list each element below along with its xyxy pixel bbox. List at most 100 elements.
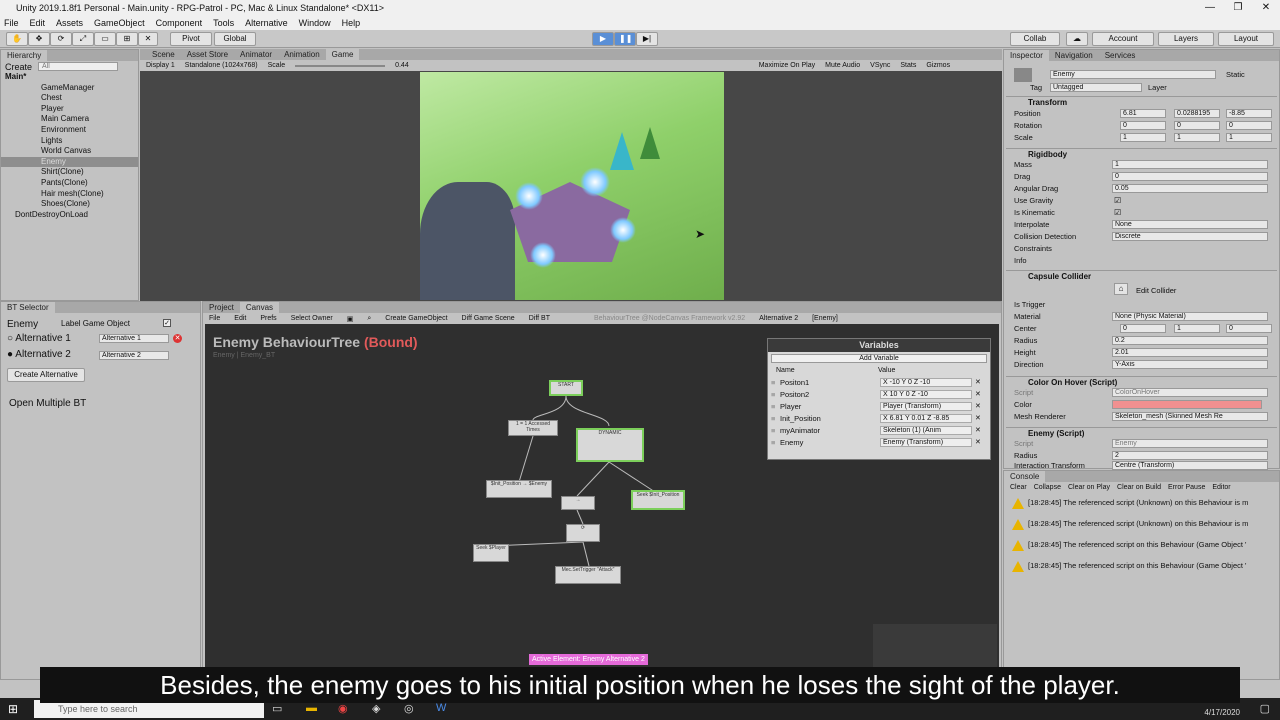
height-field[interactable]: 2.01 xyxy=(1112,348,1268,357)
play-icon[interactable]: ▶ xyxy=(592,32,614,46)
console-clear-on-build-button[interactable]: Clear on Build xyxy=(1117,484,1161,491)
step-icon[interactable]: ▶| xyxy=(636,32,658,46)
canvas-menu-file[interactable]: File xyxy=(209,315,220,322)
menu-help[interactable]: Help xyxy=(342,16,361,30)
menu-component[interactable]: Component xyxy=(156,16,203,30)
drag-handle-icon[interactable]: ≡ xyxy=(771,426,780,435)
hier-item[interactable]: GameManager xyxy=(1,83,138,94)
maximize-icon[interactable]: ❐ xyxy=(1224,0,1252,16)
hier-item[interactable]: Main Camera xyxy=(1,114,138,125)
mute-audio-toggle[interactable]: Mute Audio xyxy=(825,62,860,69)
angular-drag-field[interactable]: 0.05 xyxy=(1112,184,1268,193)
drag-handle-icon[interactable]: ≡ xyxy=(771,378,780,387)
bt-selector-tab[interactable]: BT Selector xyxy=(1,302,55,313)
menu-file[interactable]: File xyxy=(4,16,19,30)
rigidbody-header[interactable]: Rigidbody xyxy=(1006,148,1277,159)
static-toggle[interactable]: Static xyxy=(1226,70,1245,79)
interpolate-select[interactable]: None xyxy=(1112,220,1268,229)
position-z[interactable]: -8.85 xyxy=(1226,109,1272,118)
direction-select[interactable]: Y-Axis xyxy=(1112,360,1268,369)
drag-field[interactable]: 0 xyxy=(1112,172,1268,181)
global-button[interactable]: Global xyxy=(214,32,256,46)
tab-services[interactable]: Services xyxy=(1099,50,1142,61)
drag-handle-icon[interactable]: ≡ xyxy=(771,390,780,399)
account-button[interactable]: Account xyxy=(1092,32,1154,46)
menu-assets[interactable]: Assets xyxy=(56,16,83,30)
remove-variable-icon[interactable]: ✕ xyxy=(975,402,981,410)
variable-row[interactable]: ≡ myAnimator Skeleton (1) (Anim ✕ xyxy=(768,424,990,436)
menu-tools[interactable]: Tools xyxy=(213,16,234,30)
alternative-1-field[interactable]: Alternative 1 xyxy=(99,334,169,343)
remove-alternative-icon[interactable]: ✕ xyxy=(173,334,182,343)
variable-row[interactable]: ≡ Enemy Enemy (Transform) ✕ xyxy=(768,436,990,448)
set-position-node[interactable]: $Init_Position → $Enemy xyxy=(486,480,552,498)
label-gameobject-checkbox[interactable]: ✓ xyxy=(163,319,171,327)
console-line[interactable]: [18:28:45] The referenced script (Unknow… xyxy=(1012,497,1279,515)
variable-value[interactable]: Player (Transform) xyxy=(880,401,972,411)
scale-tool-icon[interactable]: ⤢ xyxy=(72,32,94,46)
material-field[interactable]: None (Physic Material) xyxy=(1112,312,1268,321)
interaction-transform-field[interactable]: Centre (Transform) xyxy=(1112,461,1268,470)
start-node[interactable]: START xyxy=(549,380,583,396)
drag-handle-icon[interactable]: ≡ xyxy=(771,438,780,447)
hier-item[interactable]: World Canvas xyxy=(1,146,138,157)
info-foldout[interactable]: Info xyxy=(1014,256,1027,265)
diff-game-scene-button[interactable]: Diff Game Scene xyxy=(462,315,515,322)
condition-node[interactable]: 1 = 1 Accessed Times xyxy=(508,420,558,436)
word-icon[interactable]: W xyxy=(436,702,446,714)
notifications-icon[interactable]: ▢ xyxy=(1260,702,1270,715)
tab-scene[interactable]: Scene xyxy=(146,49,181,60)
is-kinematic-checkbox[interactable]: ☑ xyxy=(1114,208,1121,217)
hier-item[interactable]: DontDestroyOnLoad xyxy=(1,210,138,221)
vsync-toggle[interactable]: VSync xyxy=(870,62,890,69)
constraints-foldout[interactable]: Constraints xyxy=(1014,244,1052,253)
variable-value[interactable]: X -10 Y 0 Z -10 xyxy=(880,377,972,387)
canvas-menu-edit[interactable]: Edit xyxy=(234,315,246,322)
menu-alternative[interactable]: Alternative xyxy=(245,16,288,30)
rect-tool-icon[interactable]: ▭ xyxy=(94,32,116,46)
remove-variable-icon[interactable]: ✕ xyxy=(975,438,981,446)
loop-node[interactable]: ⟳ xyxy=(566,524,600,542)
scale-y[interactable]: 1 xyxy=(1174,133,1220,142)
task-view-icon[interactable]: ▭ xyxy=(272,702,282,715)
hier-item[interactable]: Hair mesh(Clone) xyxy=(1,189,138,200)
create-gameobject-button[interactable]: Create GameObject xyxy=(385,315,447,322)
game-scene-render[interactable]: ➤ xyxy=(420,72,724,300)
rotation-x[interactable]: 0 xyxy=(1120,121,1166,130)
hierarchy-search-input[interactable]: All xyxy=(38,62,119,71)
remove-variable-icon[interactable]: ✕ xyxy=(975,378,981,386)
gameobject-name-field[interactable]: Enemy xyxy=(1050,70,1216,79)
file-explorer-icon[interactable]: ▬ xyxy=(306,702,317,714)
windows-start-icon[interactable]: ⊞ xyxy=(8,702,18,716)
stats-toggle[interactable]: Stats xyxy=(900,62,916,69)
console-error-pause-button[interactable]: Error Pause xyxy=(1168,484,1205,491)
rotation-z[interactable]: 0 xyxy=(1226,121,1272,130)
hier-item-main[interactable]: Main* xyxy=(1,72,138,83)
variable-value[interactable]: Enemy (Transform) xyxy=(880,437,972,447)
radius-field[interactable]: 0.2 xyxy=(1112,336,1268,345)
menu-edit[interactable]: Edit xyxy=(30,16,46,30)
menu-window[interactable]: Window xyxy=(299,16,331,30)
tab-animator[interactable]: Animator xyxy=(234,49,278,60)
move-tool-icon[interactable]: ✥ xyxy=(28,32,50,46)
menu-gameobject[interactable]: GameObject xyxy=(94,16,145,30)
collab-button[interactable]: Collab xyxy=(1010,32,1060,46)
remove-variable-icon[interactable]: ✕ xyxy=(975,426,981,434)
lock-icon[interactable]: ▣ xyxy=(347,315,354,323)
remove-variable-icon[interactable]: ✕ xyxy=(975,414,981,422)
scale-slider[interactable] xyxy=(295,64,386,67)
open-multiple-bt-label[interactable]: Open Multiple BT xyxy=(9,398,86,409)
transform-header[interactable]: Transform xyxy=(1006,96,1277,107)
add-variable-button[interactable]: Add Variable xyxy=(771,354,987,363)
variable-value[interactable]: X 10 Y 0 Z -10 xyxy=(880,389,972,399)
collision-detection-select[interactable]: Discrete xyxy=(1112,232,1268,241)
hier-item[interactable]: Chest xyxy=(1,93,138,104)
hier-item[interactable]: Pants(Clone) xyxy=(1,178,138,189)
console-clear-on-play-button[interactable]: Clear on Play xyxy=(1068,484,1110,491)
scale-z[interactable]: 1 xyxy=(1226,133,1272,142)
center-x[interactable]: 0 xyxy=(1120,324,1166,333)
custom-tool-icon[interactable]: ✕ xyxy=(138,32,158,46)
maximize-on-play-toggle[interactable]: Maximize On Play xyxy=(759,62,815,69)
position-y[interactable]: 0.0288195 xyxy=(1174,109,1220,118)
tab-inspector[interactable]: Inspector xyxy=(1004,50,1049,61)
